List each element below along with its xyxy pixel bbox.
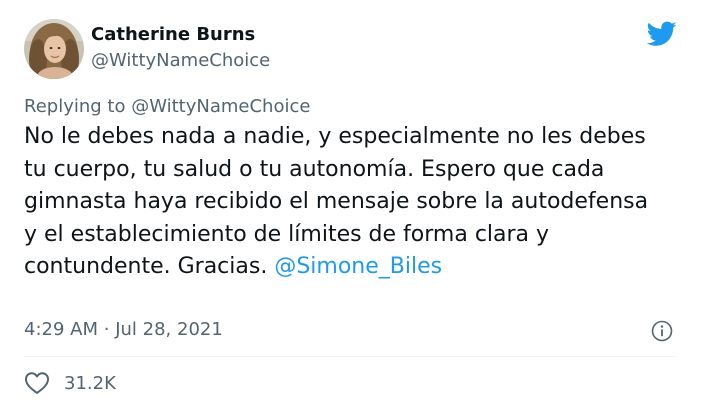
tweet-text: No le debes nada a nadie, y especialment… (24, 121, 684, 284)
tweet-line: y el establecimiento de límites de forma… (24, 221, 550, 247)
mention-link[interactable]: @Simone_Biles (274, 254, 442, 279)
tweet-card: Catherine Burns @WittyNameChoice Replyin… (0, 0, 701, 412)
avatar[interactable] (24, 19, 84, 79)
like-count: 31.2K (64, 372, 116, 394)
tweet-line: tu cuerpo, tu salud o tu autonomía. Espe… (24, 156, 605, 182)
tweet-line-text: contundente. Gracias. (24, 254, 268, 279)
info-icon-glyph (651, 320, 673, 342)
like-button[interactable]: 31.2K (24, 371, 116, 395)
tweet-line: gimnasta haya recibido el mensaje sobre … (24, 189, 649, 214)
author-handle[interactable]: @WittyNameChoice (91, 50, 270, 71)
tweet-line: No le debes nada a nadie, y especialment… (24, 124, 646, 149)
info-icon[interactable] (650, 319, 674, 343)
twitter-bird-icon[interactable] (646, 21, 677, 47)
replying-to: Replying to @WittyNameChoice (24, 96, 310, 117)
tweet-timestamp[interactable]: 4:29 AM · Jul 28, 2021 (24, 319, 223, 340)
meta-separator: · (103, 319, 110, 340)
tweet-time: 4:29 AM (24, 319, 98, 340)
heart-icon (24, 372, 50, 394)
divider (24, 356, 677, 357)
replying-to-prefix: Replying to (24, 96, 126, 117)
tweet-date: Jul 28, 2021 (115, 319, 223, 340)
replying-to-mention[interactable]: @WittyNameChoice (131, 96, 310, 117)
author-name[interactable]: Catherine Burns (91, 24, 255, 45)
twitter-bird-icon-glyph (646, 21, 677, 46)
tweet-line-last: contundente. Gracias. @Simone_Biles (24, 251, 684, 284)
avatar-image (24, 19, 84, 79)
